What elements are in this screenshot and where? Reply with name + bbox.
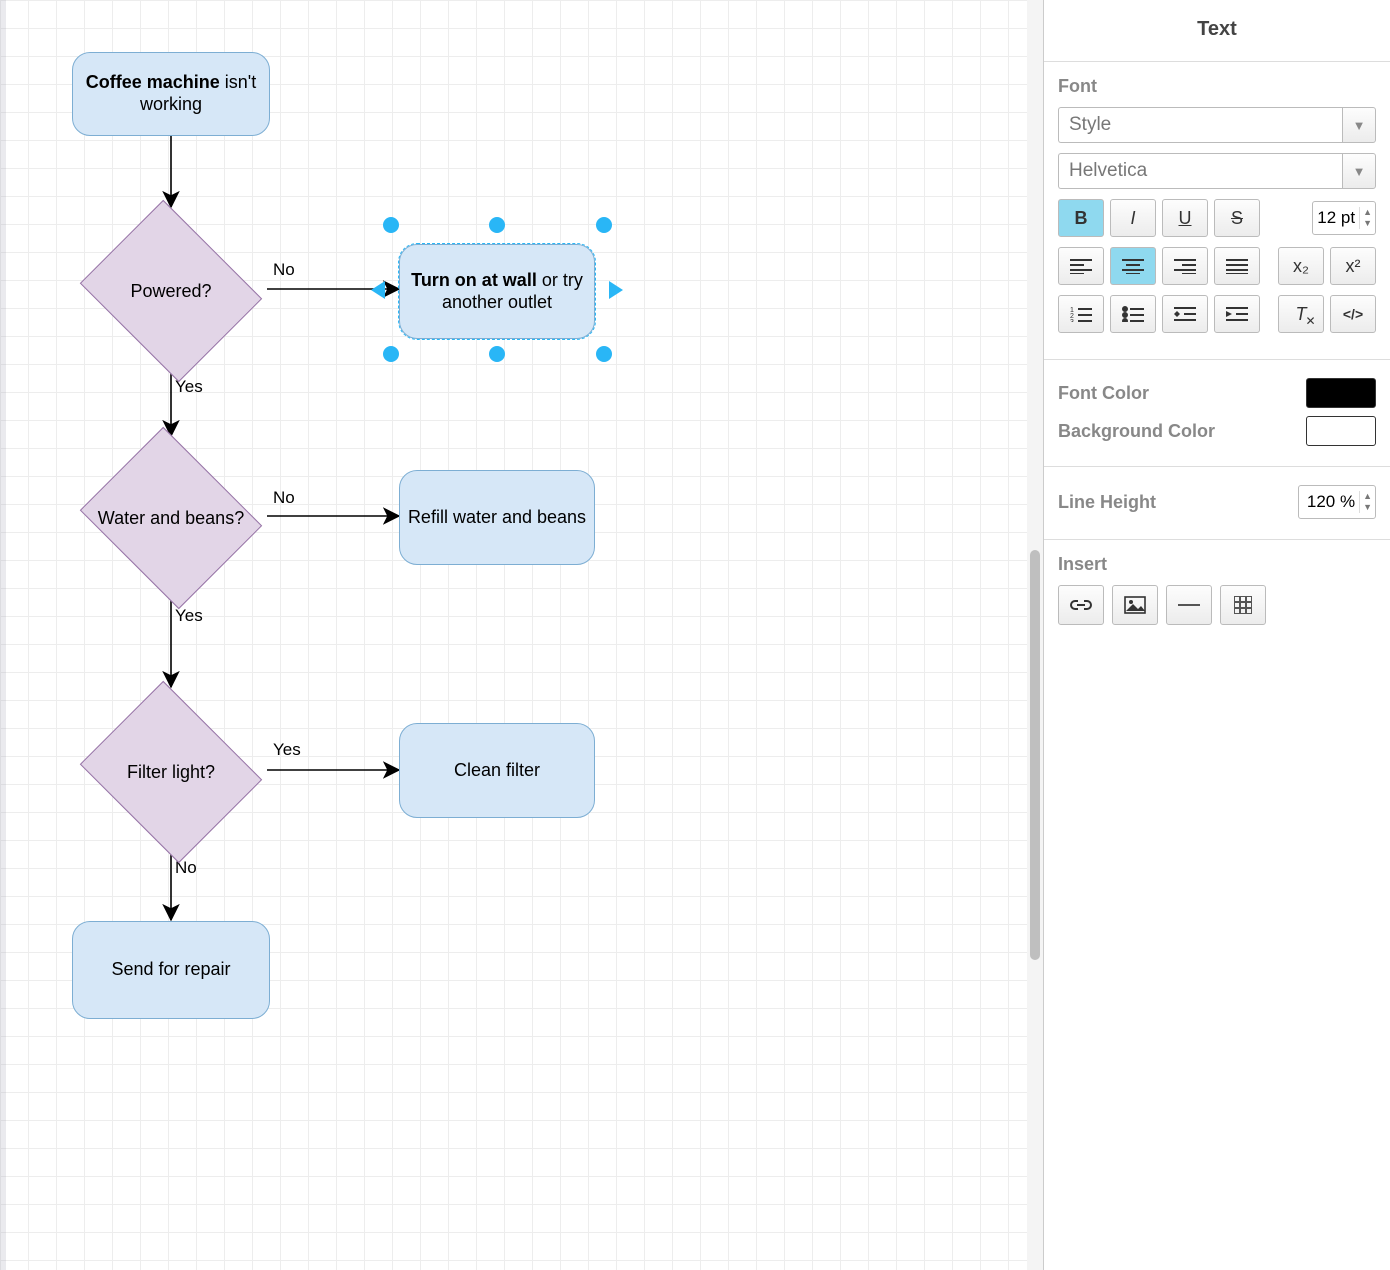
section-font: Font Style ▼ Helvetica ▼ B I U S 12 pt ▲…	[1044, 62, 1390, 360]
node-filter-light[interactable]: Filter light?	[72, 688, 270, 856]
horizontal-rule-icon	[1178, 604, 1200, 606]
line-height-label: Line Height	[1058, 492, 1156, 513]
selection-handle[interactable]	[596, 346, 612, 362]
section-font-heading: Font	[1058, 76, 1376, 97]
align-right-button[interactable]	[1162, 247, 1208, 285]
selection-handle[interactable]	[489, 217, 505, 233]
font-family-select[interactable]: Helvetica ▼	[1058, 153, 1376, 189]
format-panel: Text Font Style ▼ Helvetica ▼ B I U S 12…	[1043, 0, 1390, 1270]
step-down-icon[interactable]: ▼	[1360, 502, 1375, 513]
selection-handle[interactable]	[596, 217, 612, 233]
node-turn-on-selected[interactable]: Turn on at wall or try another outlet	[399, 244, 595, 339]
font-color-label: Font Color	[1058, 383, 1149, 404]
bulleted-list-button[interactable]	[1110, 295, 1156, 333]
section-insert: Insert	[1044, 540, 1390, 641]
superscript-button[interactable]: x²	[1330, 247, 1376, 285]
align-justify-button[interactable]	[1214, 247, 1260, 285]
scrollbar-thumb[interactable]	[1030, 550, 1040, 960]
indent-button[interactable]	[1214, 295, 1260, 333]
outdent-button[interactable]	[1162, 295, 1208, 333]
canvas-scrollbar[interactable]	[1027, 0, 1043, 1270]
edge-label-yes2[interactable]: Yes	[175, 606, 203, 626]
step-up-icon[interactable]: ▲	[1360, 207, 1375, 218]
insert-table-button[interactable]	[1220, 585, 1266, 625]
connection-arrow-left-icon[interactable]	[371, 281, 385, 299]
subscript-button[interactable]: x₂	[1278, 247, 1324, 285]
section-colors: Font Color Background Color	[1044, 360, 1390, 467]
step-down-icon[interactable]: ▼	[1360, 218, 1375, 229]
svg-text:3: 3	[1070, 319, 1074, 322]
diagram-canvas[interactable]: No Yes No Yes Yes No Coffee machine isn'…	[0, 0, 1027, 1270]
bold-button[interactable]: B	[1058, 199, 1104, 237]
strikethrough-button[interactable]: S	[1214, 199, 1260, 237]
numbered-list-button[interactable]: 123	[1058, 295, 1104, 333]
node-repair[interactable]: Send for repair	[72, 921, 270, 1019]
edge-label-no[interactable]: No	[273, 260, 295, 280]
underline-button[interactable]: U	[1162, 199, 1208, 237]
selection-handle[interactable]	[383, 217, 399, 233]
align-left-button[interactable]	[1058, 247, 1104, 285]
insert-hr-button[interactable]	[1166, 585, 1212, 625]
node-powered[interactable]: Powered?	[72, 207, 270, 375]
font-color-swatch[interactable]	[1306, 378, 1376, 408]
insert-image-button[interactable]	[1112, 585, 1158, 625]
step-up-icon[interactable]: ▲	[1360, 491, 1375, 502]
selection-handle[interactable]	[489, 346, 505, 362]
html-button[interactable]: </>	[1330, 295, 1376, 333]
bg-color-label: Background Color	[1058, 421, 1215, 442]
image-icon	[1124, 596, 1146, 614]
italic-button[interactable]: I	[1110, 199, 1156, 237]
connection-arrow-right-icon[interactable]	[609, 281, 623, 299]
selection-handle[interactable]	[383, 346, 399, 362]
panel-title: Text	[1044, 0, 1390, 62]
node-clean[interactable]: Clean filter	[399, 723, 595, 818]
align-center-button[interactable]	[1110, 247, 1156, 285]
node-water-beans[interactable]: Water and beans?	[72, 434, 270, 602]
chevron-down-icon[interactable]: ▼	[1342, 153, 1376, 189]
link-icon	[1070, 598, 1092, 612]
node-refill[interactable]: Refill water and beans	[399, 470, 595, 565]
insert-link-button[interactable]	[1058, 585, 1104, 625]
background-color-swatch[interactable]	[1306, 416, 1376, 446]
font-style-select[interactable]: Style ▼	[1058, 107, 1376, 143]
edge-label-yes3[interactable]: Yes	[273, 740, 301, 760]
node-start[interactable]: Coffee machine isn't working	[72, 52, 270, 136]
line-height-input[interactable]: 120 % ▲▼	[1298, 485, 1376, 519]
clear-formatting-button[interactable]: T✕	[1278, 295, 1324, 333]
table-icon	[1234, 596, 1252, 614]
section-line-height: Line Height 120 % ▲▼	[1044, 467, 1390, 540]
font-size-input[interactable]: 12 pt ▲▼	[1312, 201, 1376, 235]
chevron-down-icon[interactable]: ▼	[1342, 107, 1376, 143]
edge-label-no2[interactable]: No	[273, 488, 295, 508]
insert-heading: Insert	[1058, 554, 1376, 575]
